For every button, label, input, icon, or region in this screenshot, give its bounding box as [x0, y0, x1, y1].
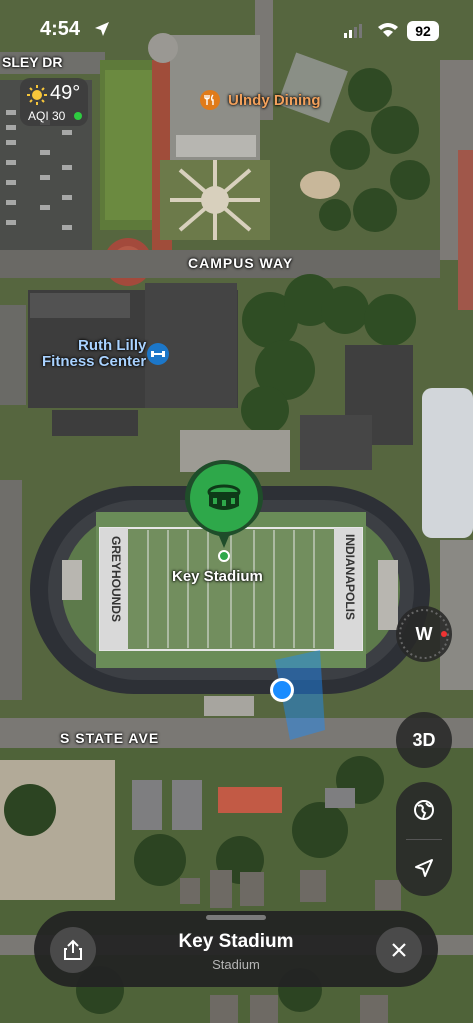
compass-button[interactable]: W: [396, 606, 452, 662]
sheet-grabber[interactable]: [206, 915, 266, 920]
fork-knife-icon: [204, 94, 214, 105]
map-mode-button[interactable]: [396, 782, 452, 838]
compass-heading: W: [415, 623, 433, 644]
user-location[interactable]: [265, 640, 335, 750]
status-bar: 4:54 92: [0, 0, 473, 60]
temperature: 49°: [50, 82, 81, 104]
location-arrow-icon: [95, 22, 109, 36]
battery-indicator: 92: [407, 21, 439, 41]
field-endzone-left: GREYHOUNDS: [109, 536, 123, 623]
stadium-label[interactable]: Key Stadium: [172, 568, 263, 585]
fitness-poi[interactable]: [147, 343, 169, 365]
dumbbell-icon: [151, 351, 165, 357]
fitness-label-line2[interactable]: Fitness Center: [42, 353, 146, 370]
cellular-signal-icon: [344, 24, 362, 38]
track-location-button[interactable]: [396, 840, 452, 896]
location-arrow-icon: [415, 859, 433, 877]
street-label-sley-dr: SLEY DR: [2, 54, 63, 70]
dining-poi[interactable]: [200, 90, 220, 110]
globe-icon: [414, 800, 434, 820]
close-button[interactable]: [376, 927, 422, 973]
status-time: 4:54: [40, 18, 81, 40]
street-label-campus-way: CAMPUS WAY: [188, 255, 294, 271]
close-icon: [392, 943, 406, 957]
weather-widget[interactable]: 49° AQI 30: [20, 78, 88, 126]
aqi-status-dot: [74, 112, 82, 120]
3d-toggle-button[interactable]: 3D: [396, 712, 452, 768]
street-label-state-ave: S STATE AVE: [60, 730, 160, 746]
aqi-value: AQI 30: [28, 109, 66, 123]
sun-icon: [27, 85, 47, 105]
3d-label: 3D: [412, 729, 436, 750]
dining-label[interactable]: Ulndy Dining: [228, 92, 321, 109]
map-controls-stack: [396, 782, 452, 896]
fitness-label-line1[interactable]: Ruth Lilly: [78, 337, 146, 354]
wifi-icon: [378, 23, 398, 37]
place-card[interactable]: Key Stadium Stadium: [34, 911, 438, 987]
field-endzone-right: INDIANAPOLIS: [343, 534, 357, 621]
stadium-pin[interactable]: [183, 458, 265, 562]
